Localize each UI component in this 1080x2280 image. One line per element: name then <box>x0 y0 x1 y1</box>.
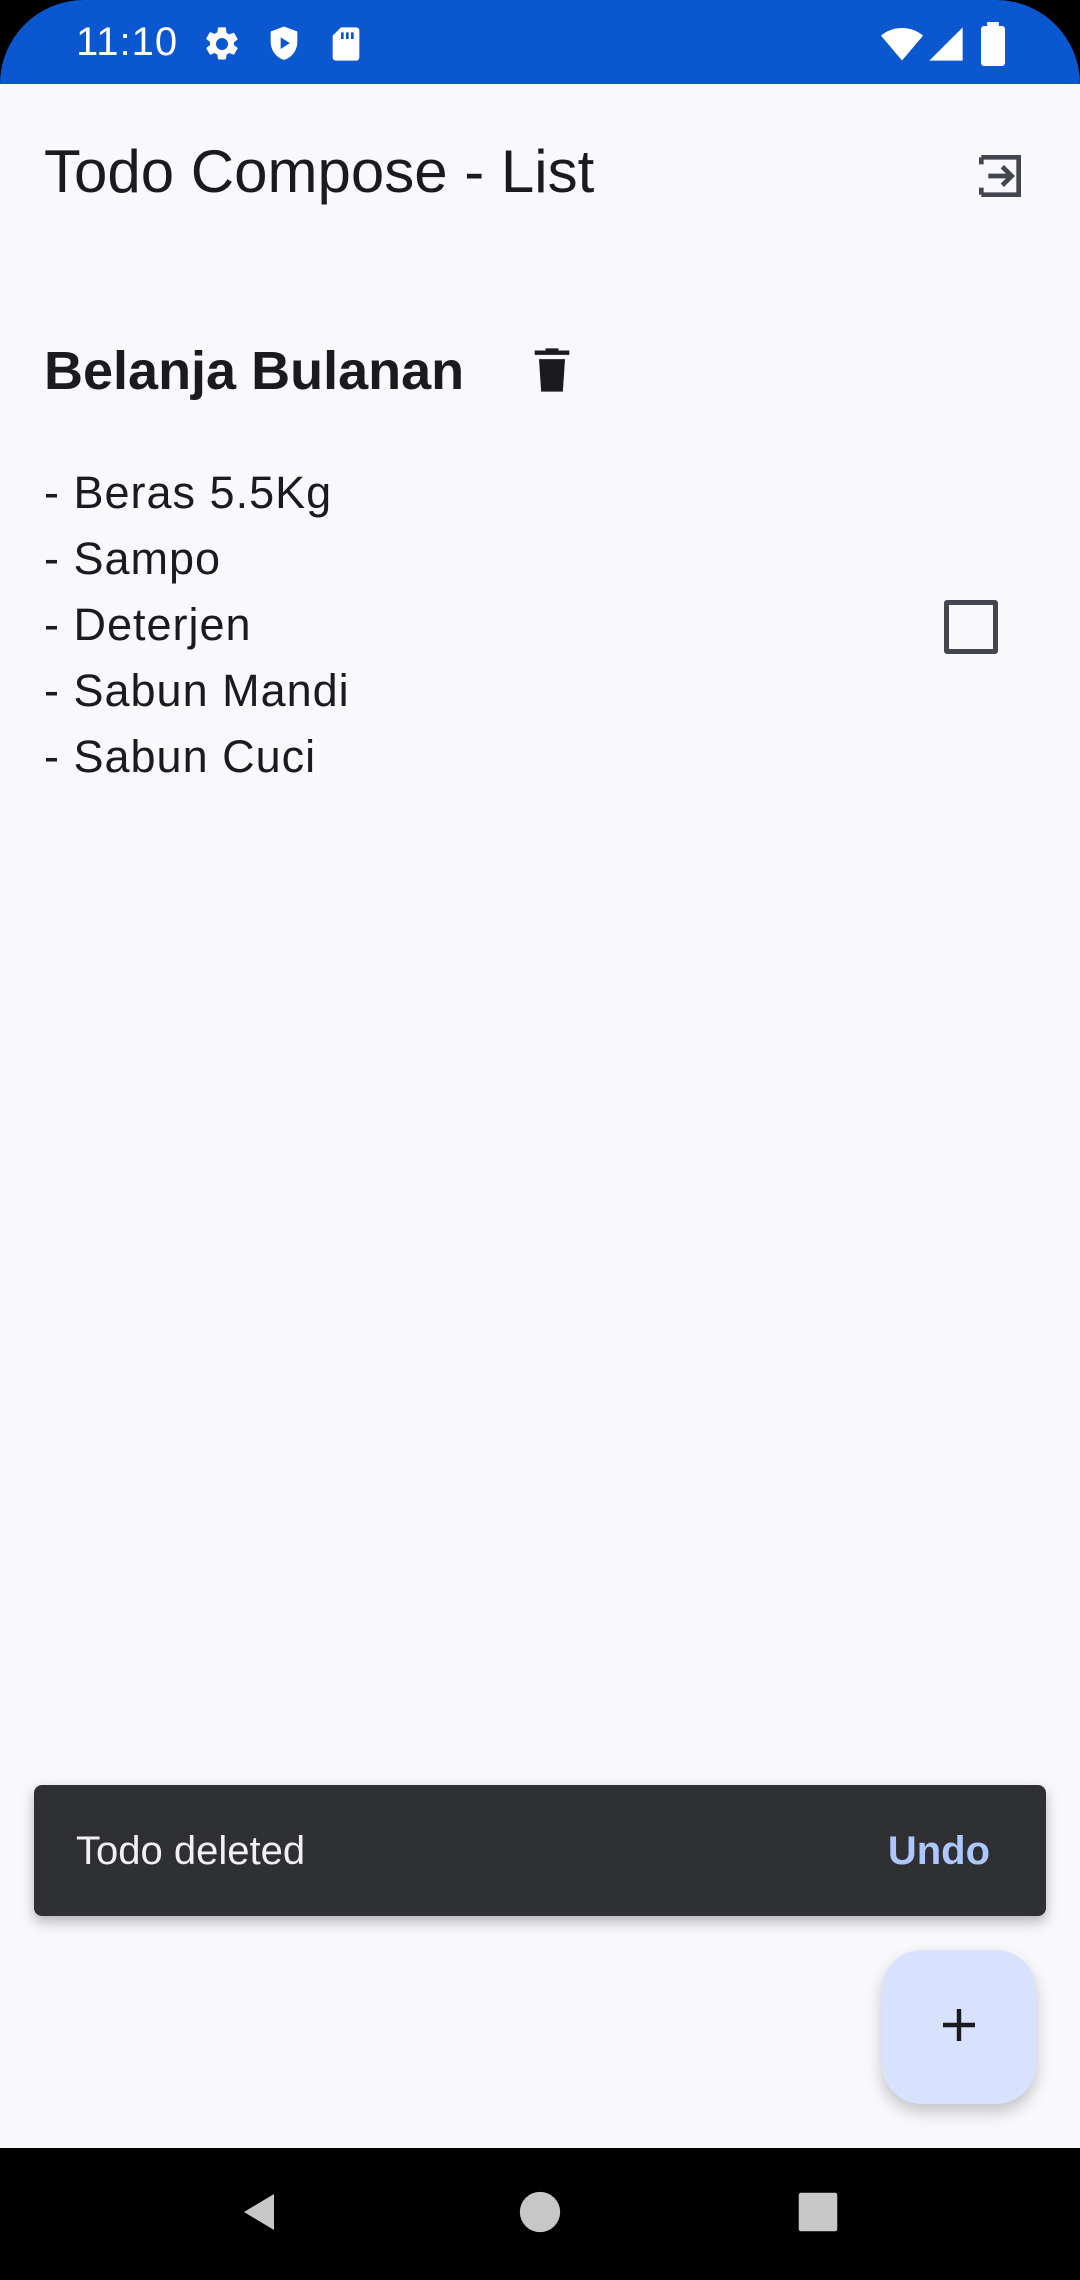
todo-item: - Sabun Cuci <box>44 731 317 782</box>
status-bar: 11:10 <box>0 0 1080 84</box>
status-time: 11:10 <box>76 20 179 64</box>
todo-complete-checkbox[interactable] <box>944 600 998 654</box>
plus-icon <box>935 2001 983 2054</box>
sd-card-icon <box>326 24 366 64</box>
home-button[interactable] <box>510 2184 570 2244</box>
undo-button[interactable]: Undo <box>888 1829 990 1873</box>
todo-list-screen: Todo Compose - List Belanja Bulanan - Be… <box>0 84 1080 2148</box>
back-button[interactable] <box>228 2184 288 2244</box>
system-navigation-bar <box>0 2148 1080 2280</box>
back-icon <box>234 2187 282 2242</box>
todo-item: - Deterjen <box>44 599 252 650</box>
wifi-icon <box>880 22 924 66</box>
todo-item: - Sabun Mandi <box>44 665 350 716</box>
snackbar-message: Todo deleted <box>76 1829 306 1873</box>
delete-todo-button[interactable] <box>510 330 594 414</box>
logout-button[interactable] <box>960 138 1040 218</box>
cell-signal-icon <box>926 24 966 64</box>
trash-icon <box>526 342 578 403</box>
battery-icon <box>978 22 1008 66</box>
logout-icon <box>972 148 1028 209</box>
home-icon <box>518 2190 562 2239</box>
add-todo-button[interactable] <box>882 1950 1036 2104</box>
page-title: Todo Compose - List <box>44 138 595 205</box>
todo-item: - Beras 5.5Kg <box>44 467 333 518</box>
todo-title: Belanja Bulanan <box>44 341 465 401</box>
recents-button[interactable] <box>788 2184 848 2244</box>
todo-description: - Beras 5.5Kg - Sampo - Deterjen - Sabun… <box>44 460 844 790</box>
top-app-bar: Todo Compose - List <box>0 84 1080 260</box>
shield-icon <box>264 24 304 64</box>
settings-icon <box>202 24 242 64</box>
phone-screen: 11:10 Todo Compose - List Belanja Bulana… <box>0 0 1080 2280</box>
todo-item: - Sampo <box>44 533 222 584</box>
snackbar: Todo deleted Undo <box>34 1785 1046 1916</box>
recents-icon <box>796 2190 840 2239</box>
